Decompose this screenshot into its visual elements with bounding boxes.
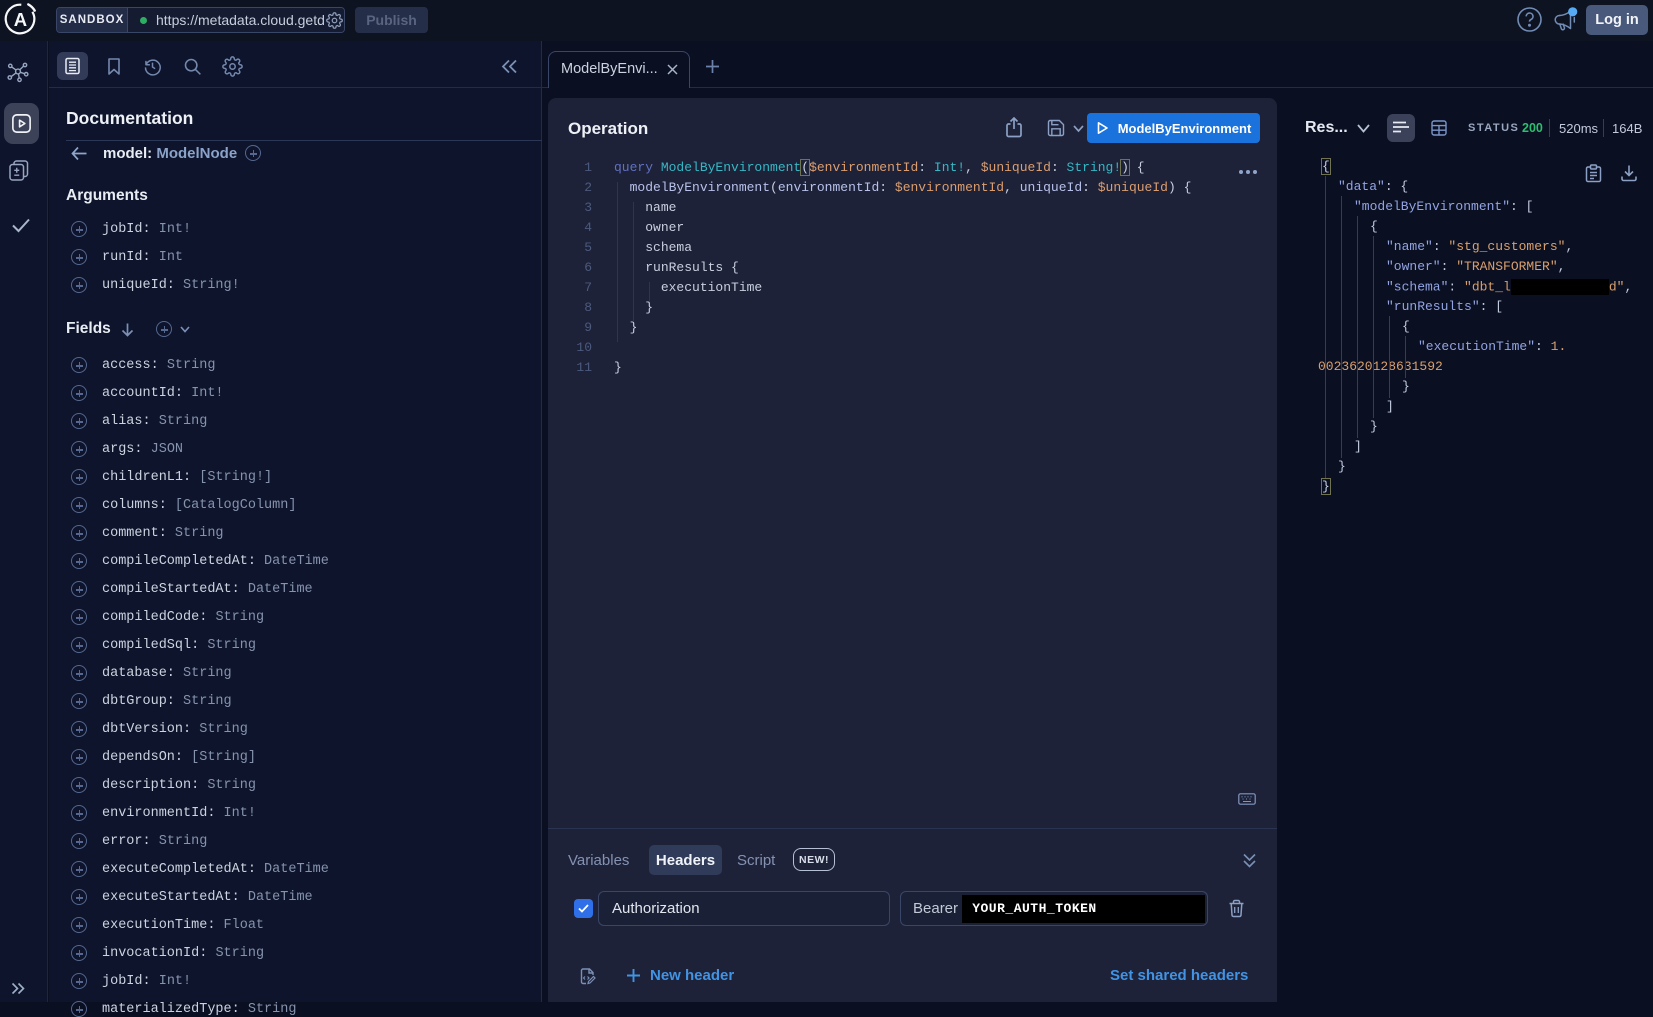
svg-text:A: A [14, 9, 27, 30]
